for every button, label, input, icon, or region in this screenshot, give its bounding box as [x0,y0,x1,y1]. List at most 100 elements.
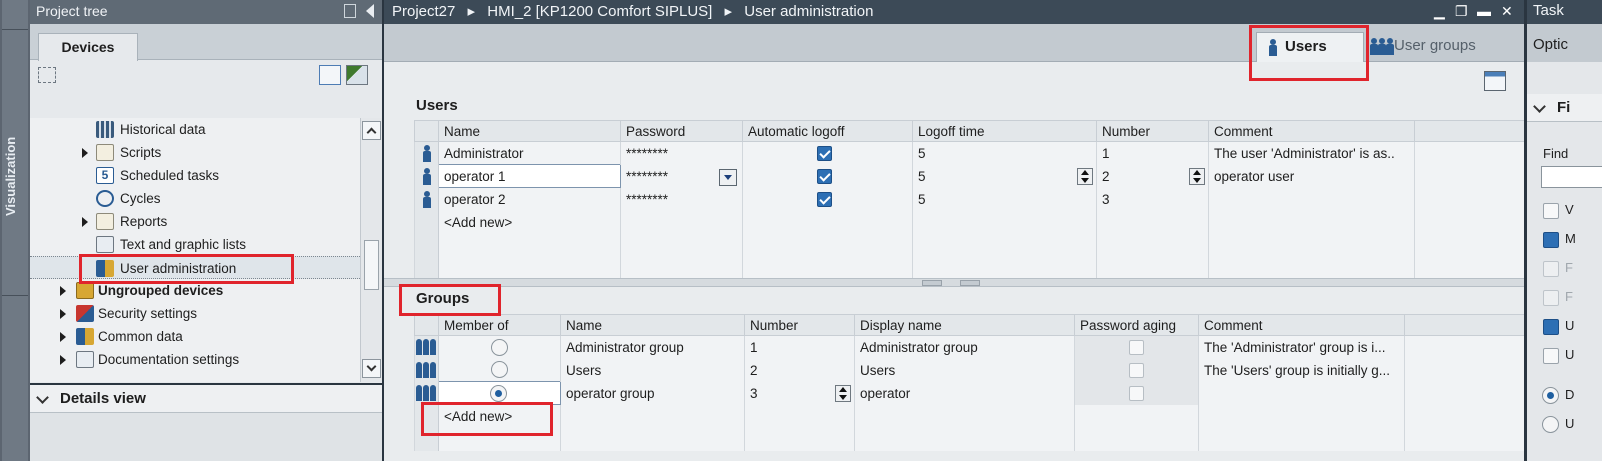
row-header[interactable] [414,335,439,359]
auto-logoff-cell[interactable] [742,187,913,211]
find-input[interactable] [1541,166,1602,188]
add-new-row[interactable]: <Add new> [414,404,1525,428]
tab-user-groups[interactable]: User groups [1366,32,1506,62]
user-name-cell[interactable]: operator 2 [438,187,621,211]
option-radio[interactable] [1542,416,1559,433]
display-name-cell[interactable]: operator [854,381,1075,405]
expand-arrow-icon[interactable] [60,309,66,319]
table-row[interactable]: Administrator ******** 5 1 The user 'Adm… [414,141,1525,165]
tab-users[interactable]: Users [1256,32,1364,62]
chevron-down-icon[interactable] [1533,100,1546,113]
tree-item-security-settings[interactable]: Security settings [30,302,360,325]
user-number-cell[interactable]: 2 [1096,164,1209,188]
scroll-down-button[interactable] [362,359,381,378]
breadcrumb-device[interactable]: HMI_2 [KP1200 Comfort SIPLUS] [487,3,712,20]
logoff-time-cell[interactable]: 5 [912,187,1097,211]
auto-logoff-checkbox[interactable] [817,146,832,162]
expand-arrow-icon[interactable] [60,332,66,342]
user-comment-cell[interactable]: operator user [1208,164,1415,188]
password-dropdown-button[interactable] [719,168,737,186]
new-item-icon[interactable] [38,67,56,83]
table-row[interactable]: operator group 3 operator [414,381,1525,405]
expand-arrow-icon[interactable] [60,286,66,296]
column-header-comment[interactable]: Comment [1208,120,1415,142]
column-header-automatic-logoff[interactable]: Automatic logoff [742,120,913,142]
option-checkbox[interactable] [1543,290,1559,306]
group-name-cell[interactable]: operator group [560,381,745,405]
tree-item-cycles[interactable]: Cycles [30,187,360,210]
tab-devices[interactable]: Devices [38,33,138,61]
row-header[interactable] [414,141,439,165]
option-checkbox[interactable] [1543,348,1559,364]
user-number-cell[interactable]: 1 [1096,141,1209,165]
add-new-group-cell[interactable]: <Add new> [438,404,561,428]
auto-logoff-cell[interactable] [742,164,913,188]
member-of-cell[interactable] [438,335,561,359]
option-radio[interactable] [1542,387,1559,404]
column-header-password[interactable]: Password [620,120,743,142]
collapse-left-icon[interactable] [366,4,374,18]
member-of-radio[interactable] [491,361,508,379]
column-header-display-name[interactable]: Display name [854,314,1075,336]
table-row[interactable]: operator 2 ******** 5 3 [414,187,1525,211]
visualization-side-tab[interactable]: Visualization [0,0,30,461]
tree-item-scheduled-tasks[interactable]: 5 Scheduled tasks [30,164,360,187]
user-password-cell[interactable]: ******** [620,164,743,188]
details-view-header[interactable]: Details view [30,385,382,413]
overview-icon[interactable] [319,65,341,85]
group-number-spinner[interactable] [835,384,851,402]
add-new-user-cell[interactable]: <Add new> [438,210,621,234]
group-comment-cell[interactable] [1198,381,1405,405]
column-header-logoff-time[interactable]: Logoff time [912,120,1097,142]
row-header[interactable] [414,187,439,211]
auto-logoff-cell[interactable] [742,141,913,165]
restore-icon[interactable]: ❐ [1455,3,1468,20]
column-header-member-of[interactable]: Member of [438,314,561,336]
logoff-time-cell[interactable]: 5 [912,141,1097,165]
scroll-up-button[interactable] [362,121,381,140]
add-new-row[interactable]: <Add new> [414,210,1525,234]
tree-item-text-graphic-lists[interactable]: Text and graphic lists [30,233,360,256]
tree-scrollbar[interactable] [360,118,382,382]
expand-arrow-icon[interactable] [82,148,88,158]
tab-options[interactable]: Optic [1527,24,1602,62]
tree-item-user-administration[interactable]: User administration [30,256,360,279]
tree-item-historical-data[interactable]: Historical data [30,118,360,141]
group-number-cell[interactable]: 3 [744,381,855,405]
number-spinner[interactable] [1189,167,1205,185]
splitter-down-icon[interactable] [960,280,980,286]
display-name-cell[interactable]: Administrator group [854,335,1075,359]
user-number-cell[interactable]: 3 [1096,187,1209,211]
user-name-input[interactable]: operator 1 [438,164,621,188]
user-password-cell[interactable]: ******** [620,187,743,211]
option-checkbox[interactable] [1543,319,1559,335]
group-name-cell[interactable]: Administrator group [560,335,745,359]
group-comment-cell[interactable]: The 'Users' group is initially g... [1198,358,1405,382]
column-header-password-aging[interactable]: Password aging [1074,314,1199,336]
row-header[interactable] [414,381,439,405]
group-number-cell[interactable]: 1 [744,335,855,359]
logoff-time-cell[interactable]: 5 [912,164,1097,188]
breadcrumb-project[interactable]: Project27 [392,3,455,20]
display-name-cell[interactable]: Users [854,358,1075,382]
table-row[interactable]: operator 1 ******** 5 2 operator user [414,164,1525,188]
switch-view-icon[interactable] [346,65,368,85]
row-header[interactable] [414,358,439,382]
tree-item-documentation-settings[interactable]: Documentation settings [30,348,360,371]
scroll-thumb[interactable] [364,240,379,290]
column-header-group-name[interactable]: Name [560,314,745,336]
group-comment-cell[interactable]: The 'Administrator' group is i... [1198,335,1405,359]
option-checkbox[interactable] [1543,232,1559,248]
tree-item-scripts[interactable]: Scripts [30,141,360,164]
logoff-time-spinner[interactable] [1077,167,1093,185]
user-comment-cell[interactable] [1208,187,1415,211]
group-name-cell[interactable]: Users [560,358,745,382]
table-row[interactable]: Administrator group 1 Administrator grou… [414,335,1525,359]
row-header[interactable] [414,164,439,188]
column-header-group-number[interactable]: Number [744,314,855,336]
minimize-icon[interactable]: ▁ [1434,3,1445,20]
breadcrumb-page[interactable]: User administration [744,3,873,20]
user-comment-cell[interactable]: The user 'Administrator' is as.. [1208,141,1415,165]
tree-item-ungrouped-devices[interactable]: Ungrouped devices [30,279,360,302]
table-settings-icon[interactable] [1484,71,1506,91]
